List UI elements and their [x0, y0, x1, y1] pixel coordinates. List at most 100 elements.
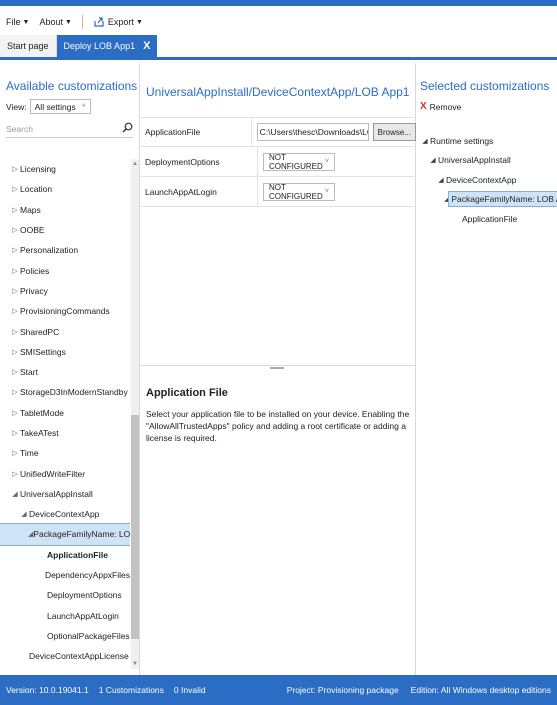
status-customizations: 1 Customizations [98, 685, 164, 695]
tree-item[interactable]: ▷ TabletMode [0, 403, 130, 423]
tree-item[interactable]: ▷ Policies [0, 260, 130, 280]
expanded-arrow-icon[interactable]: ◢ [19, 510, 29, 518]
export-menu-label: Export [107, 17, 134, 27]
tree-item[interactable]: ◢ DeviceContextApp [0, 504, 130, 524]
collapsed-arrow-icon[interactable]: ▷ [10, 226, 20, 234]
settings-panel: UniversalAppInstall/DeviceContextApp/LOB… [140, 63, 416, 675]
collapsed-arrow-icon[interactable]: ▷ [10, 449, 20, 457]
tree-item-label: DeploymentOptions [47, 590, 122, 601]
tree-item[interactable]: ▷ SMISettings [0, 342, 130, 362]
tab-deploy-lob-app1[interactable]: Deploy LOB App1 X [56, 35, 158, 57]
setting-value: NOT CONFIGURED ˅ [258, 147, 416, 176]
tree-item[interactable]: DependencyAppxFiles [0, 565, 130, 585]
tree-item[interactable]: ◢ UniversalAppInstall [0, 484, 130, 504]
tree-item[interactable]: ApplicationFile [0, 545, 130, 565]
launch-app-at-login-dropdown[interactable]: NOT CONFIGURED ˅ [263, 182, 335, 201]
tree-item[interactable]: ▷ Maps [0, 200, 130, 220]
view-select[interactable]: All settings ˅ [29, 99, 91, 114]
scroll-down-icon[interactable]: ▼ [131, 661, 139, 667]
selected-tree-item[interactable]: ApplicationFile [416, 209, 557, 229]
selected-tree-item-label: PackageFamilyName: LOB App1 [448, 191, 557, 208]
tree-item[interactable]: ▷ StorageD3InModernStandby [0, 382, 130, 402]
file-menu[interactable]: File ▼ [6, 17, 29, 27]
collapsed-arrow-icon[interactable]: ▷ [10, 470, 20, 478]
selected-tree-item[interactable]: ◢ Runtime settings [416, 131, 557, 151]
file-menu-label: File [6, 17, 21, 27]
about-menu[interactable]: About ▼ [39, 17, 71, 27]
collapsed-arrow-icon[interactable]: ▷ [10, 328, 20, 336]
collapsed-arrow-icon[interactable]: ▷ [10, 368, 20, 376]
tree-item[interactable]: ▷ Location [0, 179, 130, 199]
status-edition: Edition: All Windows desktop editions [410, 685, 551, 695]
tree-item[interactable]: ▷ Start [0, 362, 130, 382]
dropdown-value: NOT CONFIGURED [269, 152, 323, 171]
tree-item[interactable]: DeploymentOptions [0, 585, 130, 605]
collapsed-arrow-icon[interactable]: ▷ [10, 267, 20, 275]
collapsed-arrow-icon[interactable]: ▷ [10, 409, 20, 417]
tree-item-label: LaunchAppAtLogin [47, 610, 119, 621]
tree-scrollbar[interactable]: ▲ ▼ [131, 159, 139, 669]
search-icon[interactable] [122, 122, 133, 133]
tree-item[interactable]: LaunchAppAtLogin [0, 606, 130, 626]
collapsed-arrow-icon[interactable]: ▷ [10, 287, 20, 295]
browse-button[interactable]: Browse... [372, 123, 416, 141]
collapsed-arrow-icon[interactable]: ▷ [10, 206, 20, 214]
tree-item[interactable]: ▷ ProvisioningCommands [0, 301, 130, 321]
application-file-input[interactable]: C:\Users\thesc\Downloads\LOB App1.appx [256, 123, 369, 141]
chevron-down-icon: ˅ [81, 103, 86, 110]
export-menu[interactable]: Export ▼ [93, 16, 143, 28]
tree-item-label: Start [20, 367, 38, 378]
tree-item[interactable]: ▷ Time [0, 443, 130, 463]
help-title: Application File [146, 387, 228, 399]
tree-item-label: SharedPC [20, 326, 60, 337]
selected-tree-item-label: ApplicationFile [462, 213, 518, 224]
selected-tree-item-label: DeviceContextApp [446, 174, 517, 185]
tree-item[interactable]: ▷ UnifiedWriteFilter [0, 463, 130, 483]
expanded-arrow-icon[interactable]: ◢ [10, 490, 20, 498]
close-icon[interactable]: X [143, 40, 150, 52]
scroll-up-icon[interactable]: ▲ [131, 161, 139, 167]
expanded-arrow-icon[interactable]: ◢ [428, 156, 438, 164]
about-menu-label: About [39, 17, 63, 27]
deployment-options-dropdown[interactable]: NOT CONFIGURED ˅ [263, 152, 335, 171]
remove-button[interactable]: X Remove [416, 93, 557, 112]
chevron-down-icon: ▼ [135, 18, 143, 26]
tree-item-label: OptionalPackageFiles [47, 630, 130, 641]
tab-start-page[interactable]: Start page [0, 35, 57, 57]
collapsed-arrow-icon[interactable]: ▷ [10, 307, 20, 315]
selected-tree-item[interactable]: ◢ UniversalAppInstall [416, 151, 557, 171]
splitter-grip-icon[interactable] [270, 367, 284, 369]
tree-item[interactable]: ▷ Licensing [0, 159, 130, 179]
tree-item-label: UnifiedWriteFilter [20, 468, 86, 479]
expanded-arrow-icon[interactable]: ◢ [420, 137, 430, 145]
tree-item-label: TakeATest [20, 428, 59, 438]
tree-item[interactable]: ◢PackageFamilyName: LOB App1 [0, 523, 130, 546]
tree-item[interactable]: ▷ SharedPC [0, 321, 130, 341]
selected-customizations-tree: ◢ Runtime settings ◢ UniversalAppInstall ◢ De… [416, 131, 557, 229]
collapsed-arrow-icon[interactable]: ▷ [10, 185, 20, 193]
tree-item[interactable]: ▷ Personalization [0, 240, 130, 260]
selected-tree-item[interactable]: ◢ DeviceContextApp [416, 170, 557, 190]
search-input[interactable]: Search [6, 122, 133, 138]
setting-name: DeploymentOptions [140, 147, 258, 176]
tree-item[interactable]: OptionalPackageFiles [0, 626, 130, 646]
status-version: Version: 10.0.19041.1 [6, 685, 89, 695]
tree-item[interactable]: ▷ TakeATest [0, 423, 130, 443]
pane-splitter[interactable] [140, 365, 416, 371]
expanded-arrow-icon[interactable]: ◢ [436, 176, 446, 184]
collapsed-arrow-icon[interactable]: ▷ [10, 348, 20, 356]
remove-label: Remove [429, 101, 462, 112]
scrollbar-thumb[interactable] [131, 415, 139, 639]
collapsed-arrow-icon[interactable]: ▷ [10, 429, 20, 437]
selected-tree-item[interactable]: ◢PackageFamilyName: LOB App1 [416, 190, 557, 210]
tree-item[interactable]: DeviceContextAppLicense [0, 646, 130, 666]
dropdown-value: NOT CONFIGURED [269, 182, 323, 201]
collapsed-arrow-icon[interactable]: ▷ [10, 165, 20, 173]
collapsed-arrow-icon[interactable]: ▷ [10, 246, 20, 254]
panel-title: Available customizations [6, 79, 138, 93]
tree-item[interactable]: ▷ OOBE [0, 220, 130, 240]
collapsed-arrow-icon[interactable]: ▷ [10, 388, 20, 396]
tree-item-label: SMISettings [20, 346, 66, 357]
view-select-value: All settings [34, 101, 76, 112]
tree-item[interactable]: ▷ Privacy [0, 281, 130, 301]
